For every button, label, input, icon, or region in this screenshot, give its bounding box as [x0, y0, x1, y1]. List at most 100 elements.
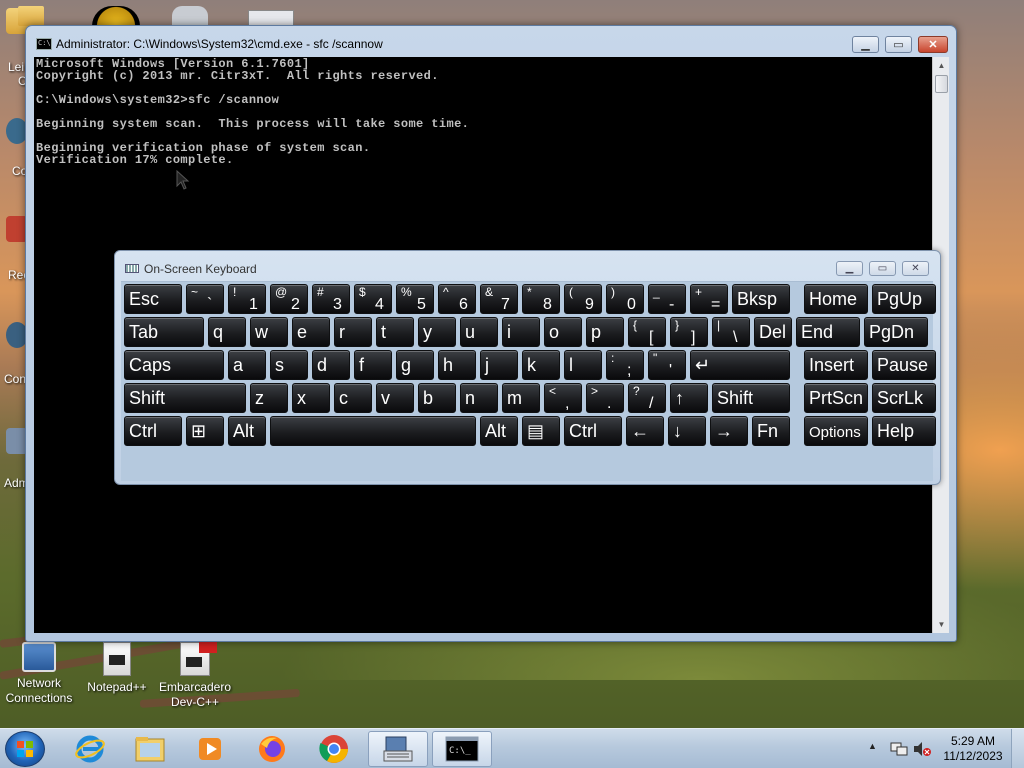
- key-tab[interactable]: Tab: [124, 317, 204, 347]
- key-symbol[interactable]: ~ `: [186, 284, 224, 314]
- clock[interactable]: 5:29 AM 11/12/2023: [938, 734, 1008, 764]
- maximize-button[interactable]: ▭: [885, 36, 912, 53]
- key-m[interactable]: m: [502, 383, 540, 413]
- key-9[interactable]: (9: [564, 284, 602, 314]
- key-p[interactable]: p: [586, 317, 624, 347]
- key-1[interactable]: ! 1: [228, 284, 266, 314]
- key-8[interactable]: * 8: [522, 284, 560, 314]
- key-symbol[interactable]: | \: [712, 317, 750, 347]
- key-u[interactable]: u: [460, 317, 498, 347]
- key-f[interactable]: f: [354, 350, 392, 380]
- start-button[interactable]: [5, 731, 45, 767]
- key-insert[interactable]: Insert: [804, 350, 868, 380]
- key-l[interactable]: l: [564, 350, 602, 380]
- key-x[interactable]: x: [292, 383, 330, 413]
- osk-minimize-button[interactable]: ▁: [836, 261, 863, 276]
- key-c[interactable]: c: [334, 383, 372, 413]
- key-r[interactable]: r: [334, 317, 372, 347]
- show-hidden-icons-icon[interactable]: ▲: [868, 741, 877, 751]
- key-g[interactable]: g: [396, 350, 434, 380]
- on-screen-keyboard-window[interactable]: On-Screen Keyboard ▁ ▭ ✕ Esc ~ `! 1 @2 #3 $4% 5…: [114, 250, 941, 485]
- taskbar-item-explorer[interactable]: [122, 731, 178, 767]
- volume-muted-icon[interactable]: [912, 741, 932, 757]
- key-scrlk[interactable]: ScrLk: [872, 383, 936, 413]
- key-y[interactable]: y: [418, 317, 456, 347]
- key-t[interactable]: t: [376, 317, 414, 347]
- key-end[interactable]: End: [796, 317, 860, 347]
- key-symbol[interactable]: ? /: [628, 383, 666, 413]
- desktop-icon-devcpp[interactable]: Embarcadero Dev-C++: [150, 639, 240, 710]
- taskbar-item-firefox[interactable]: [244, 731, 300, 767]
- key-symbol[interactable]: <,: [544, 383, 582, 413]
- scroll-up-icon[interactable]: ▲: [933, 57, 950, 74]
- taskbar-item-on-screen-keyboard[interactable]: [368, 731, 428, 767]
- key-i[interactable]: i: [502, 317, 540, 347]
- desktop-icon-notepadpp[interactable]: Notepad++: [72, 642, 162, 695]
- taskbar-item-internet-explorer[interactable]: [62, 731, 118, 767]
- key-symbol[interactable]: >.: [586, 383, 624, 413]
- key-esc[interactable]: Esc: [124, 284, 182, 314]
- minimize-button[interactable]: ▁: [852, 36, 879, 53]
- taskbar-item-cmd[interactable]: C:\_: [432, 731, 492, 767]
- key-e[interactable]: e: [292, 317, 330, 347]
- key-del[interactable]: Del: [754, 317, 792, 347]
- scrollbar-thumb[interactable]: [935, 75, 948, 93]
- key-2[interactable]: @2: [270, 284, 308, 314]
- key-6[interactable]: ^ 6: [438, 284, 476, 314]
- key-w[interactable]: w: [250, 317, 288, 347]
- key-windows[interactable]: ⊞: [186, 416, 224, 446]
- key-menu[interactable]: ▤: [522, 416, 560, 446]
- key-d[interactable]: d: [312, 350, 350, 380]
- key-enter[interactable]: ↵: [690, 350, 790, 380]
- key-caps[interactable]: Caps: [124, 350, 224, 380]
- key-n[interactable]: n: [460, 383, 498, 413]
- key-shift[interactable]: Shift: [124, 383, 246, 413]
- key-options[interactable]: Options: [804, 416, 868, 446]
- key-4[interactable]: $4: [354, 284, 392, 314]
- key-bksp[interactable]: Bksp: [732, 284, 790, 314]
- key-arrow-down[interactable]: ↓: [668, 416, 706, 446]
- key-ctrl[interactable]: Ctrl: [564, 416, 622, 446]
- key-symbol[interactable]: _ -: [648, 284, 686, 314]
- desktop-icon-partial[interactable]: [248, 10, 294, 26]
- key-b[interactable]: b: [418, 383, 456, 413]
- desktop-icon-partial[interactable]: [92, 6, 140, 26]
- key-pgdn[interactable]: PgDn: [864, 317, 928, 347]
- desktop-icon-partial[interactable]: [172, 6, 208, 26]
- key-j[interactable]: j: [480, 350, 518, 380]
- key-fn[interactable]: Fn: [752, 416, 790, 446]
- key-prtscn[interactable]: PrtScn: [804, 383, 868, 413]
- key-k[interactable]: k: [522, 350, 560, 380]
- taskbar-item-media-player[interactable]: [182, 731, 238, 767]
- key-0[interactable]: ) 0: [606, 284, 644, 314]
- key-v[interactable]: v: [376, 383, 414, 413]
- show-desktop-button[interactable]: [1011, 729, 1024, 768]
- key-arrow-right[interactable]: →: [710, 416, 748, 446]
- osk-close-button[interactable]: ✕: [902, 261, 929, 276]
- key-q[interactable]: q: [208, 317, 246, 347]
- scroll-down-icon[interactable]: ▼: [933, 616, 950, 633]
- key-pause[interactable]: Pause: [872, 350, 936, 380]
- key-shift[interactable]: Shift: [712, 383, 790, 413]
- key-symbol[interactable]: }]: [670, 317, 708, 347]
- key-help[interactable]: Help: [872, 416, 936, 446]
- key-3[interactable]: #3: [312, 284, 350, 314]
- key-symbol[interactable]: :;: [606, 350, 644, 380]
- key-arrow-up[interactable]: ↑: [670, 383, 708, 413]
- key-5[interactable]: % 5: [396, 284, 434, 314]
- key-symbol[interactable]: + =: [690, 284, 728, 314]
- key-symbol[interactable]: " ': [648, 350, 686, 380]
- key-h[interactable]: h: [438, 350, 476, 380]
- key-o[interactable]: o: [544, 317, 582, 347]
- key-pgup[interactable]: PgUp: [872, 284, 936, 314]
- key-s[interactable]: s: [270, 350, 308, 380]
- close-button[interactable]: ✕: [918, 36, 948, 53]
- cmd-titlebar[interactable]: C:\ Administrator: C:\Windows\System32\c…: [26, 26, 956, 56]
- key-z[interactable]: z: [250, 383, 288, 413]
- key-arrow-left[interactable]: ←: [626, 416, 664, 446]
- key-7[interactable]: & 7: [480, 284, 518, 314]
- key-symbol[interactable]: {[: [628, 317, 666, 347]
- key-a[interactable]: a: [228, 350, 266, 380]
- key-alt[interactable]: Alt: [228, 416, 266, 446]
- key-home[interactable]: Home: [804, 284, 868, 314]
